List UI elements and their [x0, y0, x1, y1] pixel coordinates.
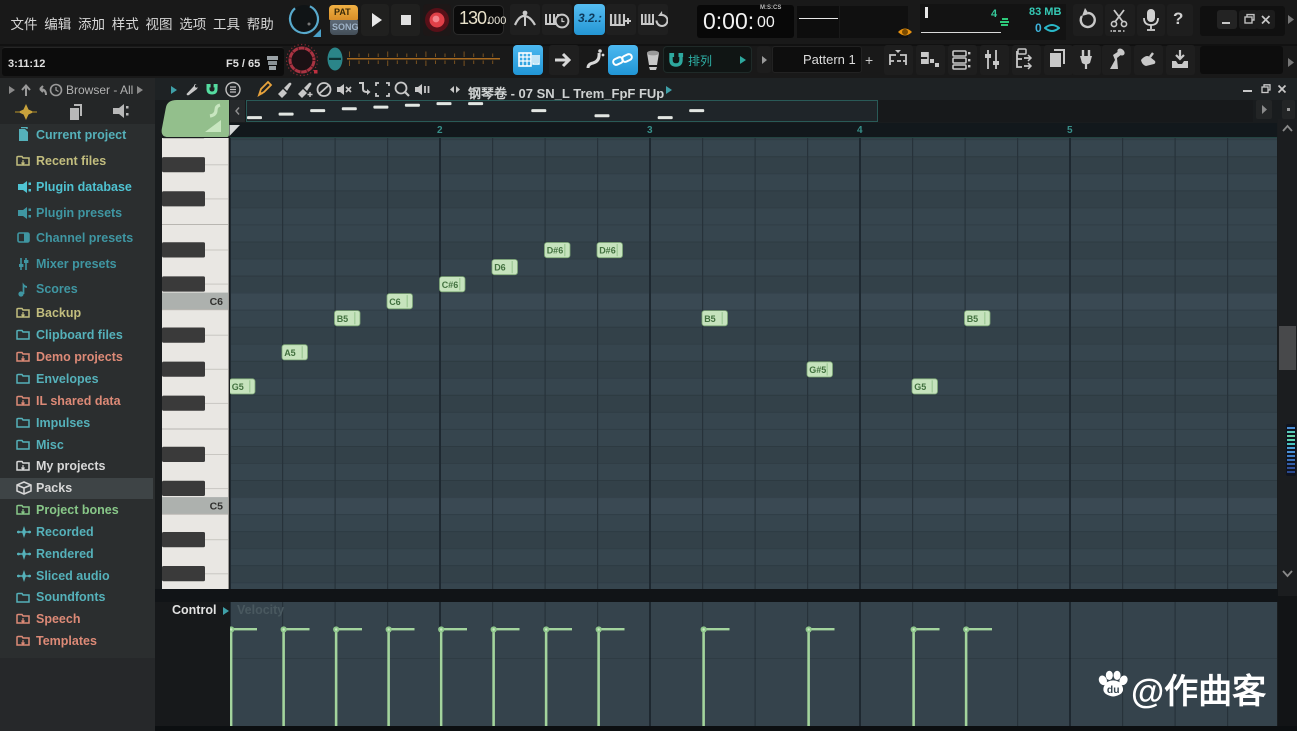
svg-text:G5: G5: [914, 382, 926, 392]
svg-text:B5: B5: [704, 314, 716, 324]
svg-text:A5: A5: [284, 348, 296, 358]
svg-text:du: du: [1107, 685, 1120, 696]
svg-text:G#5: G#5: [809, 365, 826, 375]
svg-text:D#6: D#6: [547, 246, 564, 256]
svg-text:B5: B5: [967, 314, 979, 324]
svg-text:C6: C6: [389, 297, 401, 307]
svg-text:C5: C5: [210, 501, 224, 513]
svg-text:G5: G5: [232, 382, 244, 392]
svg-text:D#6: D#6: [599, 246, 616, 256]
svg-text:C6: C6: [210, 296, 224, 308]
svg-text:D6: D6: [494, 263, 506, 273]
svg-text:B5: B5: [337, 314, 349, 324]
svg-text:C#6: C#6: [442, 280, 459, 290]
